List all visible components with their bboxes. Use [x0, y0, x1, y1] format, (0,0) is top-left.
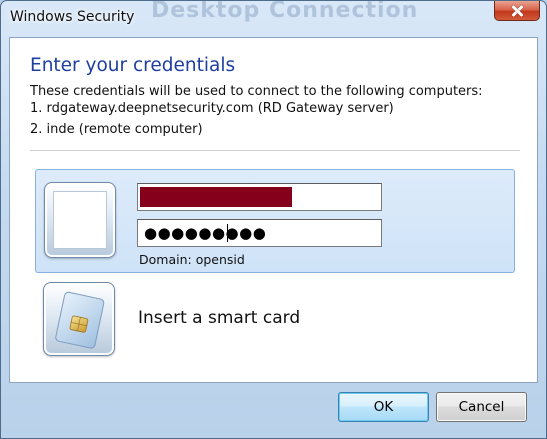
window-title: Windows Security [10, 9, 135, 25]
security-dialog-window: Desktop Connection Windows Security Ente… [0, 0, 547, 439]
smart-card-label[interactable]: Insert a smart card [138, 308, 300, 328]
computer-list-item: 2. inde (remote computer) [30, 122, 203, 137]
cancel-button[interactable]: Cancel [436, 392, 527, 422]
divider [30, 150, 520, 151]
close-button[interactable] [494, 1, 540, 21]
credential-tile[interactable]: ●●●●●●●●● Domain: opensid [35, 169, 515, 273]
password-input[interactable]: ●●●●●●●●● [137, 219, 382, 247]
ok-button[interactable]: OK [338, 392, 429, 422]
computer-list-item: 1. rdgateway.deepnetsecurity.com (RD Gat… [30, 101, 394, 116]
dialog-heading: Enter your credentials [30, 55, 236, 76]
text-caret [227, 224, 228, 242]
title-bar-ghost-text: Desktop Connection [151, 0, 419, 23]
domain-label: Domain: opensid [139, 252, 245, 267]
user-avatar-icon [44, 182, 116, 258]
close-icon [510, 5, 524, 17]
smart-card-icon [55, 291, 105, 349]
smart-card-tile-icon-frame[interactable] [43, 282, 115, 356]
avatar-placeholder [53, 191, 107, 249]
redacted-username [140, 187, 292, 207]
username-input[interactable] [137, 183, 382, 211]
password-mask: ●●●●●●●●● [144, 224, 267, 242]
dialog-content: Enter your credentials These credentials… [9, 37, 538, 383]
dialog-description: These credentials will be used to connec… [30, 84, 483, 99]
